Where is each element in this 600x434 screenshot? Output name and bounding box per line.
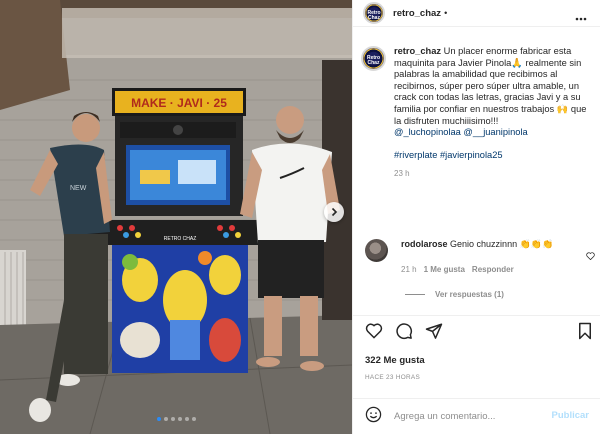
hashtag-link[interactable]: #javierpinola25 [440,150,503,160]
carousel-dot [163,417,168,421]
share-button[interactable] [425,322,443,345]
caption-username[interactable]: retro_chaz [394,46,441,56]
heart-icon [586,252,595,261]
caption-time[interactable]: 23 h [394,168,594,180]
caption-text: Un placer enorme fabricar esta maquinita… [394,46,587,126]
posted-time[interactable]: HACE 23 HORAS [365,374,420,381]
publish-button[interactable]: Publicar [552,410,590,421]
post-photo[interactable]: MAKE · JAVI · 25 RETRO CHAZ NEW [0,0,352,434]
header-separator: • [444,8,448,18]
carousel-dot [191,417,196,421]
comment-time[interactable]: 21 h [401,265,417,274]
more-options-button[interactable] [575,8,587,26]
comment-like-button[interactable] [586,247,595,265]
comment-item: rodolarose Genio chuzzinnn 👏👏👏 [365,239,597,262]
heart-icon [365,323,383,339]
comment-button[interactable] [395,322,413,345]
share-icon [425,323,443,339]
comment-icon [396,323,413,340]
comment-likes[interactable]: 1 Me gusta [424,265,465,274]
post-header: Retro Chaz retro_chaz • [353,0,600,27]
avatar-logo-text: Retro Chaz [367,10,381,22]
svg-text:MAKE · JAVI · 25: MAKE · JAVI · 25 [131,96,227,110]
author-username[interactable]: retro_chaz [393,8,441,19]
view-replies-label: Ver respuestas (1) [435,290,504,299]
commenter-username[interactable]: rodolarose [401,239,448,249]
like-button[interactable] [365,322,383,344]
chevron-right-icon [331,207,338,217]
comment-body: rodolarose Genio chuzzinnn 👏👏👏 [401,239,553,262]
add-comment-bar: Publicar [353,398,600,434]
replies-line [405,294,425,295]
svg-text:NEW: NEW [70,185,87,192]
caption-avatar[interactable]: Retro Chaz [361,46,386,71]
view-replies[interactable]: Ver respuestas (1) [405,290,504,299]
reply-button[interactable]: Responder [472,265,514,274]
divider [353,315,600,316]
author-avatar[interactable]: Retro Chaz [363,2,385,24]
carousel-dot [156,417,161,421]
carousel-indicator [0,417,352,421]
avatar-logo-text: Retro Chaz [366,55,381,67]
save-button[interactable] [577,322,593,345]
save-icon [579,322,591,340]
post-caption: Retro Chaz retro_chaz Un placer enorme f… [361,46,597,180]
action-bar [363,322,593,344]
commenter-avatar[interactable] [365,239,388,262]
machine-marquee: RETRO CHAZ [164,236,197,242]
more-icon [575,17,587,21]
arcade-photo: MAKE · JAVI · 25 RETRO CHAZ NEW [0,0,352,434]
comment-text: Genio chuzzinnn 👏👏👏 [450,239,554,249]
caption-body: retro_chaz Un placer enorme fabricar est… [394,46,594,180]
emoji-button[interactable] [365,406,382,428]
post-details-panel: Retro Chaz retro_chaz • Retro Chaz retro… [352,0,600,434]
emoji-icon [365,406,382,422]
carousel-dot [177,417,182,421]
carousel-dot [184,417,189,421]
comment-input[interactable] [394,411,544,422]
carousel-next-button[interactable] [324,202,344,222]
likes-count[interactable]: 322 Me gusta [365,355,425,366]
carousel-dot [170,417,175,421]
comment-meta: 21 h 1 Me gusta Responder [401,265,514,274]
mention-link[interactable]: @_luchopinolaa [394,127,461,137]
mention-link[interactable]: @__juanipinola [463,127,527,137]
hashtag-link[interactable]: #riverplate [394,150,437,160]
